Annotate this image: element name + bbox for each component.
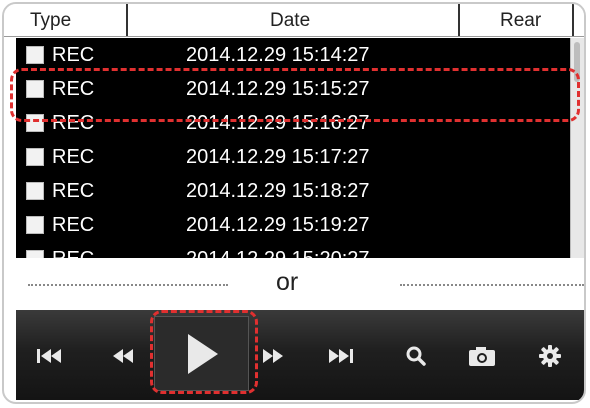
playback-control-bar (16, 310, 584, 400)
row-type: REC (52, 44, 95, 66)
row-type: REC (52, 244, 94, 258)
row-type: REC (52, 214, 95, 236)
row-checkbox[interactable] (26, 216, 44, 234)
row-checkbox[interactable] (26, 114, 44, 132)
recording-list: REC 2014.12.29 15:14:27 REC 2014.12.29 1… (16, 38, 570, 258)
column-header-date[interactable]: Date (160, 4, 460, 36)
row-date: 2014.12.29 15:20:27 (186, 244, 370, 258)
list-row[interactable]: REC 2014.12.29 15:19:27 (16, 208, 570, 242)
column-header-type[interactable]: Type (30, 4, 128, 36)
column-header-rear[interactable]: Rear (470, 4, 574, 36)
list-row-selected[interactable]: REC 2014.12.29 15:15:27 (16, 72, 570, 106)
row-type: REC (52, 180, 95, 202)
list-row[interactable]: REC 2014.12.29 15:17:27 (16, 140, 570, 174)
row-date: 2014.12.29 15:14:27 (186, 44, 370, 66)
row-type: REC (52, 146, 95, 168)
list-row[interactable]: REC 2014.12.29 15:18:27 (16, 174, 570, 208)
row-type: REC (52, 112, 95, 134)
row-checkbox[interactable] (26, 250, 44, 258)
list-scrollbar[interactable] (570, 38, 584, 258)
or-separator: or (4, 262, 584, 306)
play-icon (187, 333, 218, 374)
camera-icon[interactable] (462, 340, 502, 372)
dotted-line-left (28, 284, 228, 286)
skip-to-end-icon[interactable] (320, 340, 360, 372)
row-type: REC (52, 78, 95, 100)
skip-to-start-icon[interactable] (30, 340, 70, 372)
row-checkbox[interactable] (26, 148, 44, 166)
search-icon[interactable] (396, 340, 436, 372)
scrollbar-thumb[interactable] (574, 42, 580, 82)
row-checkbox[interactable] (26, 46, 44, 64)
dotted-line-right (400, 284, 584, 286)
row-date: 2014.12.29 15:17:27 (186, 146, 370, 168)
playback-panel: Type Date Rear REC 2014.12.29 15:14:27 R… (2, 2, 586, 404)
list-row[interactable]: REC 2014.12.29 15:16:27 (16, 106, 570, 140)
gear-icon[interactable] (530, 340, 570, 372)
rewind-icon[interactable] (104, 340, 144, 372)
or-label: or (276, 268, 299, 296)
fast-forward-icon[interactable] (252, 340, 292, 372)
row-date: 2014.12.29 15:19:27 (186, 214, 370, 236)
list-row[interactable]: REC 2014.12.29 15:20:27 (16, 242, 570, 258)
row-date: 2014.12.29 15:18:27 (186, 180, 370, 202)
play-button[interactable] (154, 316, 249, 391)
row-date: 2014.12.29 15:15:27 (186, 78, 370, 100)
row-checkbox[interactable] (26, 182, 44, 200)
list-header: Type Date Rear (4, 4, 584, 37)
row-date: 2014.12.29 15:16:27 (186, 112, 370, 134)
row-checkbox[interactable] (26, 80, 44, 98)
list-row[interactable]: REC 2014.12.29 15:14:27 (16, 38, 570, 72)
